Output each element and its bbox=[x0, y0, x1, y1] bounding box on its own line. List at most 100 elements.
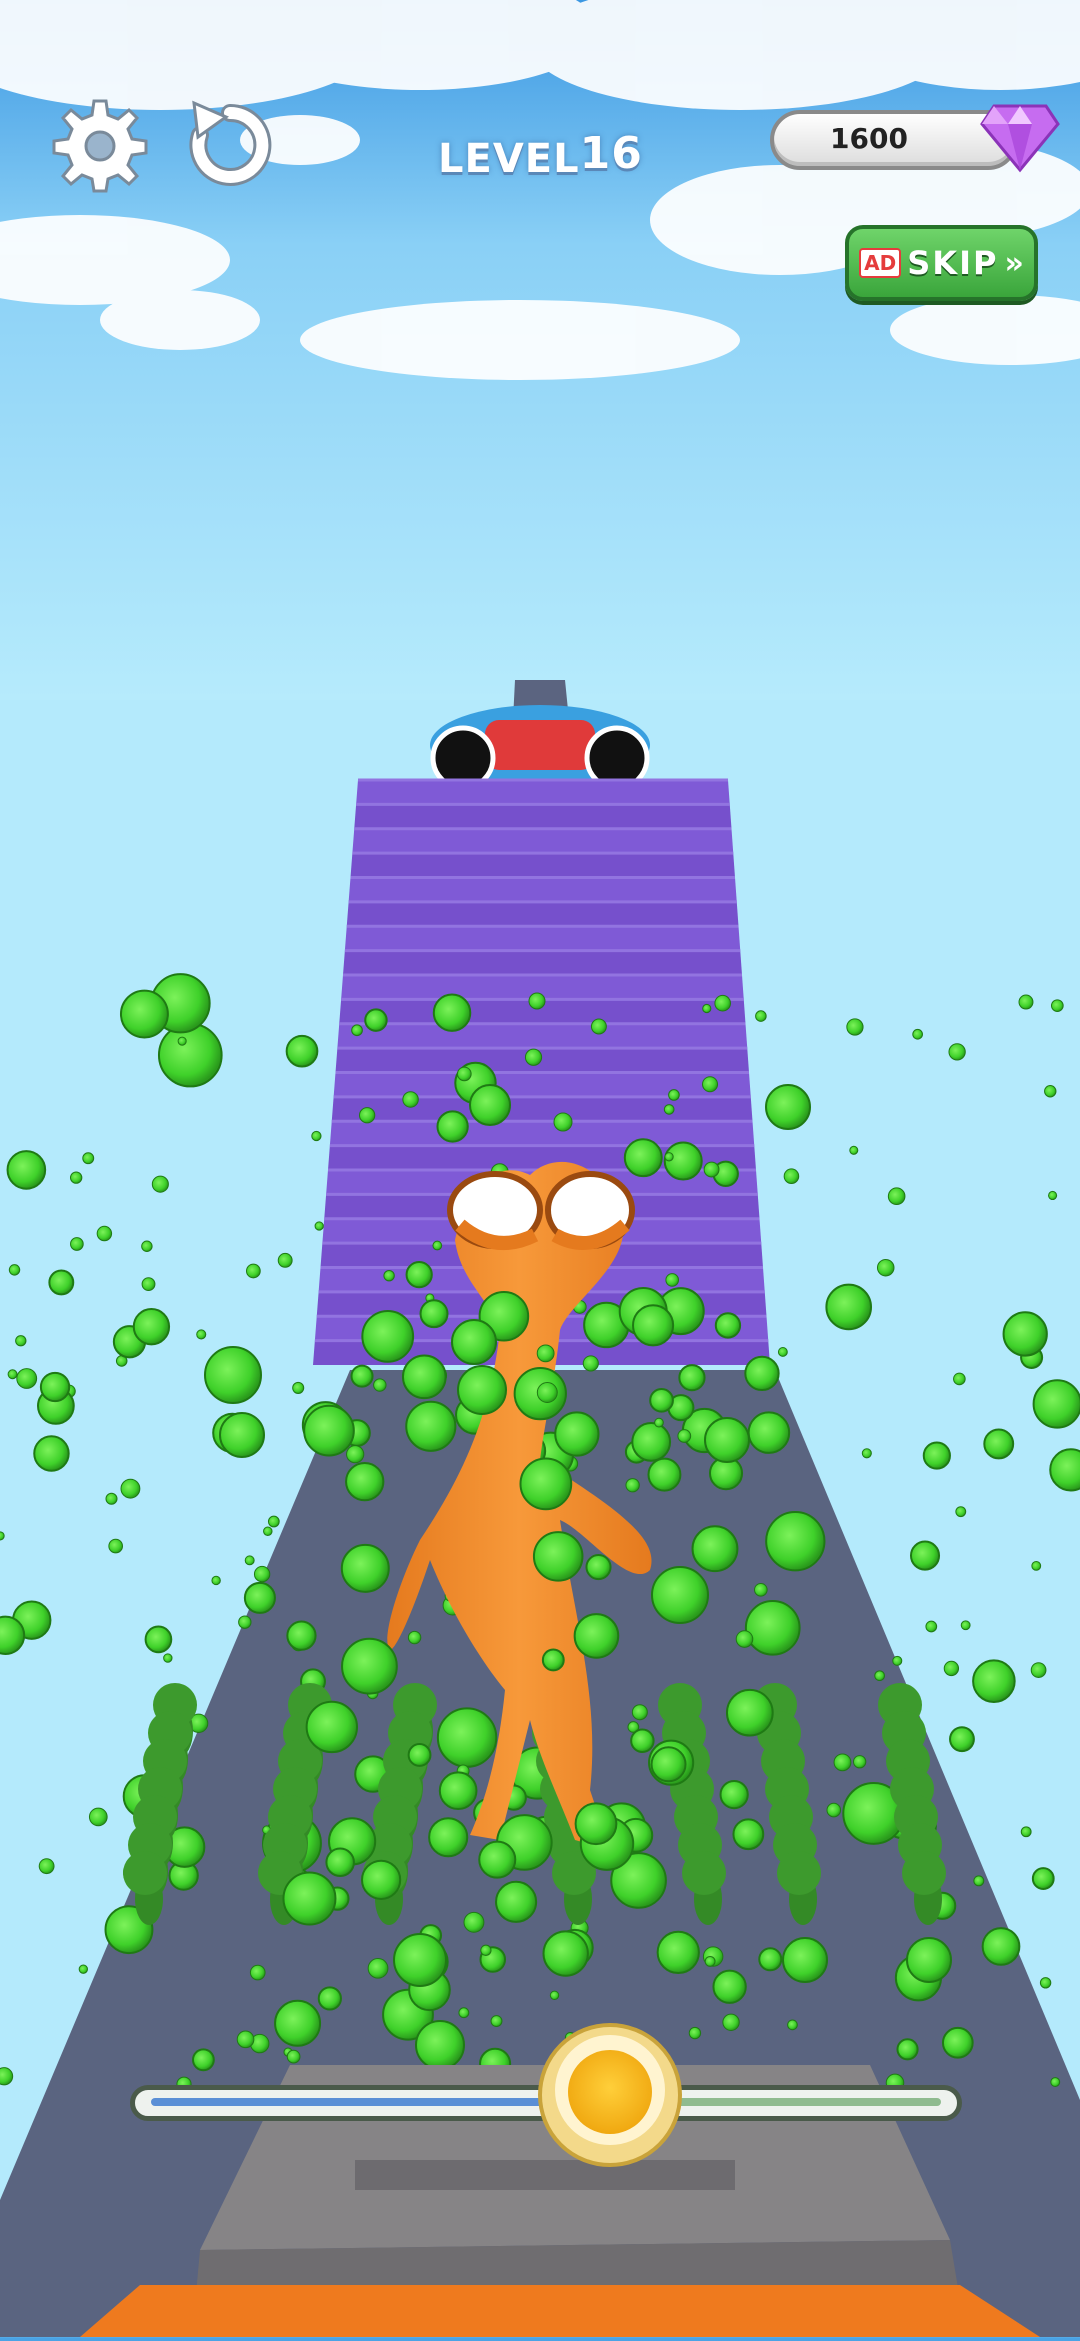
double-chevron-icon: » bbox=[1004, 245, 1024, 281]
goo-droplet bbox=[1018, 994, 1034, 1010]
goo-droplet bbox=[1032, 1379, 1080, 1429]
goo-droplet bbox=[244, 1555, 255, 1566]
goo-droplet bbox=[732, 1818, 765, 1851]
slider-remaining bbox=[675, 2098, 941, 2106]
level-label: LEVEL bbox=[438, 136, 580, 182]
skip-level-button[interactable]: AD SKIP » bbox=[845, 225, 1038, 301]
goo-droplet bbox=[119, 989, 169, 1039]
goo-droplet bbox=[402, 1091, 419, 1108]
goo-droplet bbox=[582, 1355, 599, 1372]
goo-droplet bbox=[345, 1461, 385, 1502]
stair-step bbox=[329, 1121, 755, 1146]
goo-droplet bbox=[346, 1445, 365, 1464]
goo-droplet bbox=[585, 1553, 612, 1581]
goo-droplet bbox=[463, 1911, 485, 1933]
goo-droplet bbox=[664, 1152, 674, 1162]
goo-droplet bbox=[632, 1304, 675, 1347]
slider-knob[interactable] bbox=[535, 2020, 685, 2170]
goo-droplet bbox=[438, 1771, 478, 1811]
goo-droplet bbox=[1039, 1977, 1052, 1989]
goo-droplet bbox=[325, 1847, 355, 1878]
goo-droplet bbox=[1044, 1085, 1057, 1098]
goo-droplet bbox=[861, 1448, 872, 1459]
restart-icon[interactable] bbox=[180, 95, 280, 195]
goo-droplet bbox=[495, 1880, 538, 1923]
stair-step bbox=[337, 1023, 748, 1049]
diamond-icon bbox=[980, 104, 1060, 173]
goo-droplet bbox=[765, 1511, 826, 1572]
goo-droplet bbox=[704, 1955, 716, 1967]
goo-droplet bbox=[765, 1084, 811, 1130]
goo-droplet bbox=[1051, 999, 1064, 1012]
goo-droplet bbox=[69, 1171, 83, 1184]
goo-droplet bbox=[359, 1107, 376, 1124]
goo-droplet bbox=[906, 1937, 952, 1983]
goo-droplet bbox=[549, 1990, 560, 2001]
goo-droplet bbox=[574, 1802, 618, 1846]
goo-droplet bbox=[941, 2026, 974, 2059]
goo-droplet bbox=[524, 1048, 543, 1066]
goo-droplet bbox=[0, 2067, 14, 2086]
goo-droplet bbox=[654, 1417, 664, 1428]
goo-droplet bbox=[8, 1264, 21, 1276]
goo-droplet bbox=[943, 1660, 960, 1677]
goo-droplet bbox=[1030, 1662, 1047, 1678]
goo-droplet bbox=[849, 1145, 859, 1155]
goo-droplet bbox=[892, 1655, 903, 1666]
goo-droplet bbox=[688, 2026, 702, 2040]
goo-droplet bbox=[192, 2048, 215, 2072]
goo-droplet bbox=[436, 1707, 498, 1768]
goo-droplet bbox=[663, 1104, 675, 1115]
goo-droplet bbox=[6, 1150, 47, 1190]
goo-droplet bbox=[236, 2030, 255, 2049]
level-number: 16 bbox=[579, 128, 643, 179]
goo-droplet bbox=[519, 1457, 573, 1511]
goo-droplet bbox=[478, 1840, 517, 1879]
goo-droplet bbox=[351, 1024, 363, 1037]
goo-droplet bbox=[415, 2020, 465, 2070]
goo-droplet bbox=[405, 1261, 433, 1289]
goo-droplet bbox=[393, 1933, 447, 1987]
goo-droplet bbox=[735, 1630, 754, 1648]
goo-droplet bbox=[401, 1354, 447, 1400]
goo-droplet bbox=[177, 1036, 187, 1046]
goo-droplet bbox=[16, 1368, 38, 1389]
stair-step bbox=[333, 1072, 751, 1097]
goo-droplet bbox=[132, 1308, 171, 1346]
goo-droplet bbox=[532, 1531, 584, 1582]
stair-step bbox=[343, 950, 742, 975]
goo-droplet bbox=[407, 1630, 422, 1645]
goo-droplet bbox=[972, 1659, 1016, 1703]
goo-droplet bbox=[15, 1335, 27, 1347]
goo-droplet bbox=[948, 1043, 966, 1061]
goo-droplet bbox=[96, 1225, 113, 1242]
goo-droplet bbox=[981, 1927, 1021, 1966]
goo-droplet bbox=[253, 1565, 271, 1583]
goo-droplet bbox=[758, 1947, 783, 1972]
goo-droplet bbox=[407, 1743, 432, 1767]
goo-droplet bbox=[469, 1084, 511, 1126]
goo-droplet bbox=[744, 1355, 780, 1392]
goo-droplet bbox=[541, 1648, 565, 1672]
goo-droplet bbox=[953, 1372, 966, 1386]
goo-droplet bbox=[777, 1347, 788, 1357]
goo-droplet bbox=[625, 1478, 640, 1493]
goo-droplet bbox=[350, 1364, 374, 1388]
goo-droplet bbox=[590, 1018, 607, 1035]
goo-droplet bbox=[458, 2007, 470, 2019]
goo-droplet bbox=[48, 1269, 75, 1296]
goo-droplet bbox=[725, 1688, 774, 1737]
goo-droplet bbox=[243, 1581, 276, 1614]
goo-droplet bbox=[1031, 1867, 1055, 1890]
gear-icon[interactable] bbox=[50, 95, 150, 195]
goo-droplet bbox=[196, 1329, 207, 1340]
goo-droplet bbox=[960, 1620, 971, 1631]
stair-step bbox=[352, 828, 734, 854]
goo-droplet bbox=[70, 1237, 84, 1251]
goo-droplet bbox=[712, 1969, 747, 2004]
goo-droplet bbox=[303, 1404, 355, 1457]
goo-droplet bbox=[909, 1540, 941, 1571]
goo-droplet bbox=[292, 1381, 305, 1394]
goo-droplet bbox=[677, 1429, 692, 1443]
stair-step bbox=[348, 877, 737, 902]
